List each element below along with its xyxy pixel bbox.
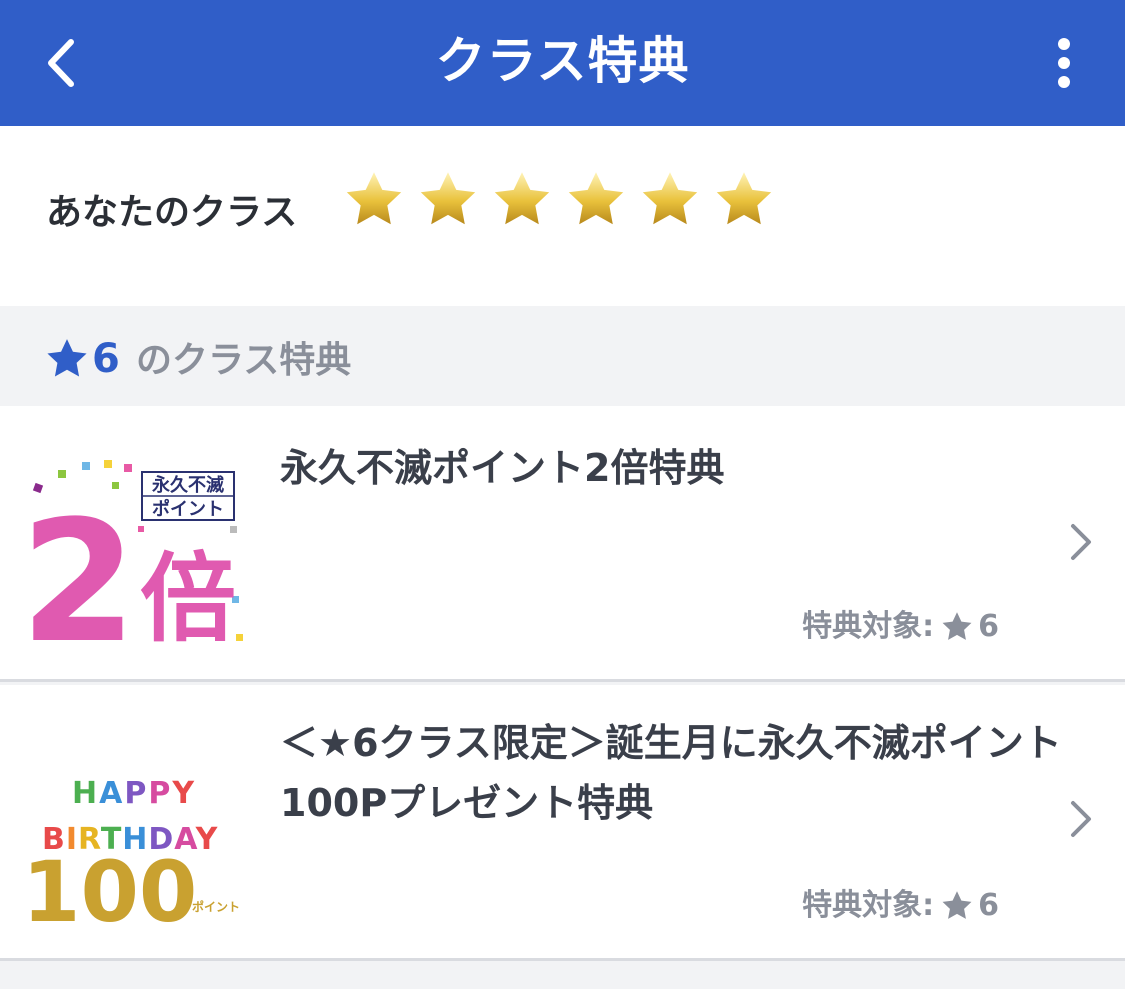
more-menu-button[interactable]: [1039, 32, 1089, 94]
benefit-title: 永久不滅ポイント2倍特典: [280, 446, 725, 490]
star-icon: [47, 339, 87, 377]
star-icon: [942, 891, 972, 919]
section-title: のクラス特典: [136, 340, 352, 381]
star-icon: [942, 612, 972, 640]
list-footer-gap: [0, 964, 1125, 989]
class-star-icon: [494, 172, 550, 225]
target-class-number: 6: [978, 888, 999, 923]
benefit-item[interactable]: 永久不滅 ポイント 2 倍 永久不滅ポイント2倍特典 特典対象: 6: [0, 406, 1125, 682]
double-points-thumbnail: 永久不滅 ポイント 2 倍: [20, 460, 243, 646]
benefit-item[interactable]: HAPPY BIRTHDAY 100 ポイント ＜★6クラス限定＞誕生月に永久不…: [0, 685, 1125, 961]
thumb-line2: ポイント: [152, 498, 224, 520]
target-label: 特典対象:: [802, 888, 935, 923]
thumb-big-kanji: 倍: [140, 543, 236, 646]
class-star-icon: [420, 172, 476, 225]
app-header: クラス特典: [0, 0, 1125, 126]
target-label: 特典対象:: [802, 609, 935, 644]
chevron-right-icon: [1071, 801, 1091, 837]
thumb-happy: HAPPY: [72, 776, 196, 811]
thumb-amount: 100: [22, 843, 197, 925]
class-star-icon: [346, 172, 402, 225]
section-header: 6 のクラス特典: [0, 306, 1125, 406]
class-star-icon: [642, 172, 698, 225]
class-star-icon: [568, 172, 624, 225]
benefit-target: 特典対象: 6: [802, 886, 999, 926]
target-class-number: 6: [978, 609, 999, 644]
class-label: あなたのクラス: [46, 192, 298, 233]
chevron-right-icon: [1071, 524, 1091, 560]
thumb-big-number: 2: [20, 484, 137, 646]
birthday-points-thumbnail: HAPPY BIRTHDAY 100 ポイント: [22, 776, 240, 925]
benefit-target: 特典対象: 6: [802, 607, 999, 647]
section-class-number: 6: [92, 336, 120, 382]
thumb-line1: 永久不滅: [151, 474, 224, 496]
page-title: クラス特典: [435, 32, 690, 90]
class-stars: [342, 168, 776, 232]
class-star-icon: [716, 172, 772, 225]
thumb-unit: ポイント: [192, 899, 240, 914]
benefit-title: ＜★6クラス限定＞誕生月に永久不滅ポイント100Pプレゼント特典: [280, 721, 1062, 825]
more-vertical-icon: [1058, 38, 1070, 88]
